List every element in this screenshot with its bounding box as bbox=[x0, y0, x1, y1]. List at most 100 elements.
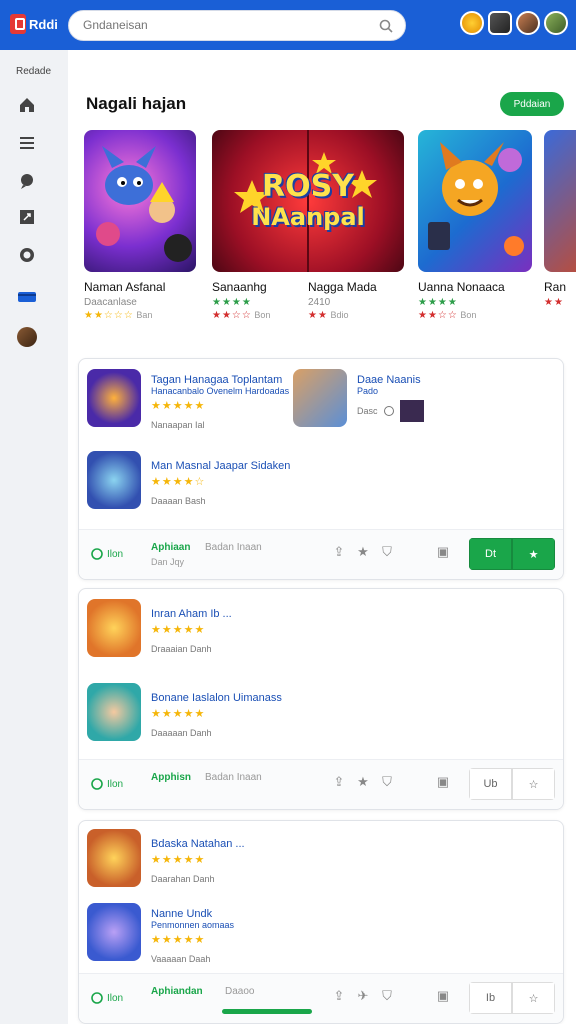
star-rating: ★★☆☆☆ bbox=[84, 310, 134, 321]
app-title: Inran Aham Ib ... bbox=[151, 608, 232, 620]
chat-icon[interactable] bbox=[16, 170, 38, 192]
list-item[interactable]: Man Masnal Jaapar Sidaken ★★★★☆ Daaaan B… bbox=[87, 451, 290, 509]
card-icon[interactable] bbox=[16, 286, 38, 308]
featured-card-meta: Bon bbox=[254, 310, 271, 320]
app-meta: Nanaapan Ial bbox=[151, 420, 205, 430]
featured-card-rating: ★★ bbox=[544, 297, 576, 308]
featured-card-subtitle: Daacanlase bbox=[84, 297, 137, 308]
featured-carousel: Naman Asfanal Daacanlase ★★☆☆☆ Ban ROSY … bbox=[84, 130, 576, 330]
star-rating: ★★☆☆ bbox=[418, 310, 458, 321]
card-footer: Ilon Aphiaan Badan Inaan Dan Jqy ⇪ ★ ⛉ ▣… bbox=[79, 529, 563, 579]
list-item[interactable]: Nanne Undk Penmonnen aomaas ★★★★★ Vaaaaa… bbox=[87, 903, 234, 964]
download-button[interactable]: Dt bbox=[469, 538, 512, 570]
featured-card[interactable]: Naman Asfanal Daacanlase ★★☆☆☆ Ban bbox=[84, 130, 196, 321]
clock-icon[interactable] bbox=[16, 244, 38, 266]
star-rating: ★★★★★ bbox=[151, 624, 206, 636]
list-item[interactable]: Tagan Hanagaa Toplantam Hanacanbalo Oven… bbox=[87, 369, 289, 430]
scroll-indicator[interactable] bbox=[222, 1009, 312, 1014]
check-icon bbox=[91, 548, 103, 560]
app-meta-text: Dasc bbox=[357, 406, 378, 416]
avatar[interactable] bbox=[544, 11, 568, 35]
mini-thumbnail bbox=[399, 400, 424, 422]
check-icon bbox=[91, 778, 103, 790]
featured-card[interactable]: Ran ★★ bbox=[544, 130, 576, 308]
card-footer: Ilon Apphisn Badan Inaan ⇪ ★ ⛉ ▣ Ub ☆ bbox=[79, 759, 563, 809]
share-icon[interactable]: ⇪ bbox=[331, 988, 347, 1004]
list-item[interactable]: Inran Aham Ib ... ★★★★★ Draaaian Danh bbox=[87, 599, 232, 657]
search-input[interactable] bbox=[83, 18, 363, 32]
action-button-group: Ub ☆ bbox=[469, 768, 555, 800]
featured-card-subtitle: ★★★★ bbox=[418, 297, 458, 308]
logo-text: Rddi bbox=[29, 16, 58, 32]
app-label: Apphisn bbox=[151, 772, 191, 783]
bookmark-icon[interactable]: ▣ bbox=[435, 544, 451, 560]
coin-icon[interactable] bbox=[460, 11, 484, 35]
shield-icon[interactable]: ⛉ bbox=[379, 988, 395, 1004]
top-avatars bbox=[460, 11, 568, 35]
app-logo[interactable]: Rddi bbox=[10, 14, 58, 34]
new-badge[interactable]: Ilon bbox=[91, 992, 123, 1004]
share-icon[interactable]: ⇪ bbox=[331, 544, 347, 560]
app-icon bbox=[87, 829, 141, 887]
app-subtitle: Pado bbox=[357, 386, 379, 396]
search-icon[interactable] bbox=[379, 19, 393, 33]
app-title: Tagan Hanagaa Toplantam bbox=[151, 374, 283, 386]
star-rating: ★★★★☆ bbox=[151, 476, 206, 488]
download-button[interactable]: Ub bbox=[469, 768, 512, 800]
app-icon bbox=[87, 903, 141, 961]
section-action-button[interactable]: Pddaian bbox=[500, 92, 564, 116]
app-meta: Daaaan Bash bbox=[151, 496, 206, 506]
share-icon[interactable]: ⇪ bbox=[331, 774, 347, 790]
featured-card-rating: ★★☆☆ Bon bbox=[212, 310, 308, 321]
search-bar[interactable] bbox=[68, 10, 406, 41]
new-badge[interactable]: Ilon bbox=[91, 778, 123, 790]
featured-card-title: Naman Asfanal bbox=[84, 280, 166, 294]
star-rating: ★★ bbox=[544, 297, 564, 308]
game-thumbnail bbox=[84, 130, 196, 272]
star-rating: ★★★★★ bbox=[151, 854, 206, 866]
list-item[interactable]: Bonane Iaslalon Uimanass ★★★★★ Daaaaan D… bbox=[87, 683, 282, 741]
star-icon[interactable]: ★ bbox=[355, 544, 371, 560]
featured-card-labels: Sanaanhg ★★★★ ★★☆☆ Bon Nagga Mada 2410 ★… bbox=[212, 272, 404, 321]
app-icon bbox=[87, 599, 141, 657]
featured-card-subtitle: 2410 bbox=[308, 297, 331, 308]
dot-icon bbox=[383, 406, 394, 416]
home-icon[interactable] bbox=[16, 94, 38, 116]
pin-icon[interactable]: ✈ bbox=[355, 988, 371, 1004]
list-item[interactable]: Daae Naanis Pado Dasc bbox=[293, 369, 424, 427]
star-icon[interactable]: ★ bbox=[355, 774, 371, 790]
app-label-secondary: Badan Inaan bbox=[205, 772, 262, 783]
list-icon[interactable] bbox=[16, 132, 38, 154]
shield-icon[interactable]: ⛉ bbox=[379, 774, 395, 790]
star-rating: ★★★★★ bbox=[151, 934, 206, 946]
new-badge[interactable]: Ilon bbox=[91, 548, 123, 560]
app-title: Man Masnal Jaapar Sidaken bbox=[151, 460, 291, 472]
app-icon bbox=[87, 451, 141, 509]
app-label-secondary: Badan Inaan bbox=[205, 542, 262, 553]
featured-card[interactable]: ROSY NAanpal Sanaanhg ★★★★ ★★☆☆ Bon Nagg… bbox=[212, 130, 404, 321]
bookmark-icon[interactable]: ▣ bbox=[435, 774, 451, 790]
shield-icon[interactable]: ⛉ bbox=[379, 544, 395, 560]
featured-card-meta: Bdio bbox=[330, 310, 349, 320]
check-icon bbox=[91, 992, 103, 1004]
favorite-button[interactable]: ☆ bbox=[512, 768, 555, 800]
favorite-button[interactable]: ☆ bbox=[512, 982, 555, 1014]
app-subtitle: Hanacanbalo Ovenelm Hardoadas bbox=[151, 386, 290, 396]
app-label-sub: Dan Jqy bbox=[151, 557, 185, 567]
avatar[interactable] bbox=[488, 11, 512, 35]
download-button[interactable]: Ib bbox=[469, 982, 512, 1014]
favorite-button[interactable]: ★ bbox=[512, 538, 555, 570]
bookmark-icon[interactable]: ▣ bbox=[435, 988, 451, 1004]
game-thumbnail bbox=[544, 130, 576, 272]
avatar[interactable] bbox=[516, 11, 540, 35]
featured-card[interactable]: Uanna Nonaaca ★★★★ ★★☆☆ Bon bbox=[418, 130, 532, 321]
app-meta: Vaaaaan Daah bbox=[151, 954, 211, 964]
featured-card-title: Nagga Mada bbox=[308, 280, 377, 294]
avatar[interactable] bbox=[16, 326, 38, 348]
featured-card-meta: Bon bbox=[460, 310, 477, 320]
app-list-card: Inran Aham Ib ... ★★★★★ Draaaian Danh Bo… bbox=[78, 588, 564, 810]
pin-icon[interactable] bbox=[16, 206, 38, 228]
app-icon bbox=[293, 369, 347, 427]
list-item[interactable]: Bdaska Natahan ... ★★★★★ Daarahan Danh bbox=[87, 829, 245, 887]
app-icon bbox=[87, 369, 141, 427]
